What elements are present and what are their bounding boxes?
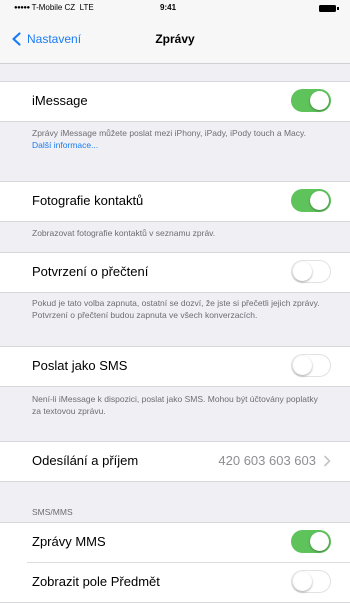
imessage-group: iMessage [0,81,350,122]
toggle-knob [310,190,329,210]
mms-messages-label: Zprávy MMS [32,534,106,549]
read-receipts-group: Potvrzení o přečtení [0,252,350,293]
toggle-knob [292,261,312,281]
mms-messages-toggle[interactable] [291,530,331,553]
read-receipts-label: Potvrzení o přečtení [32,264,149,279]
phone-number: 420 603 603 603 [218,453,316,468]
more-info-link[interactable]: Další informace... [32,140,98,150]
contact-photos-row: Fotografie kontaktů [0,182,350,221]
contact-photos-toggle[interactable] [291,189,331,212]
read-receipts-row: Potvrzení o přečtení [0,253,350,292]
network-type: LTE [79,3,94,12]
carrier-name: T-Mobile CZ [31,3,76,12]
send-receive-group: Odesílání a příjem 420 603 603 603 [0,441,350,482]
toggle-knob [310,90,329,110]
page-title: Zprávy [155,32,195,46]
status-time: 9:41 [160,3,177,12]
imessage-footer: Zprávy iMessage můžete poslat mezi iPhon… [32,127,327,151]
show-subject-row: Zobrazit pole Předmět [27,562,350,602]
mms-messages-row: Zprávy MMS [0,523,350,562]
read-receipts-toggle[interactable] [291,260,331,283]
battery-icon [319,5,339,12]
contact-photos-footer: Zobrazovat fotografie kontaktů v seznamu… [32,228,216,238]
send-as-sms-toggle[interactable] [291,354,331,377]
send-receive-detail: 420 603 603 603 [218,453,332,468]
chevron-right-icon [324,455,331,466]
imessage-row: iMessage [0,82,350,121]
imessage-toggle[interactable] [291,89,331,112]
contact-photos-label: Fotografie kontaktů [32,193,144,208]
carrier-info: ●●●●● T-Mobile CZ LTE [14,3,94,12]
toggle-knob [310,531,329,551]
status-bar: ●●●●● T-Mobile CZ LTE 9:41 [0,0,350,18]
toggle-knob [292,571,312,591]
signal-dots-icon: ●●●●● [14,5,30,11]
send-receive-row[interactable]: Odesílání a příjem 420 603 603 603 [0,442,350,481]
read-receipts-footer: Pokud je tato volba zapnuta, ostatní se … [32,298,320,320]
send-as-sms-row: Poslat jako SMS [0,347,350,386]
toggle-knob [292,355,312,375]
sms-mms-section-header: SMS/MMS [32,507,73,517]
navigation-bar: Nastavení Zprávy [0,18,350,64]
contact-photos-group: Fotografie kontaktů [0,181,350,222]
show-subject-toggle[interactable] [291,570,331,593]
send-as-sms-label: Poslat jako SMS [32,358,128,373]
send-as-sms-footer: Není-li iMessage k dispozici, poslat jak… [32,394,318,416]
send-as-sms-group: Poslat jako SMS [0,346,350,387]
sms-mms-group: Zprávy MMS Zobrazit pole Předmět [0,522,350,603]
send-receive-label: Odesílání a příjem [32,453,139,468]
imessage-footer-text: Zprávy iMessage můžete poslat mezi iPhon… [32,128,307,138]
show-subject-label: Zobrazit pole Předmět [32,574,160,589]
imessage-label: iMessage [32,93,88,108]
